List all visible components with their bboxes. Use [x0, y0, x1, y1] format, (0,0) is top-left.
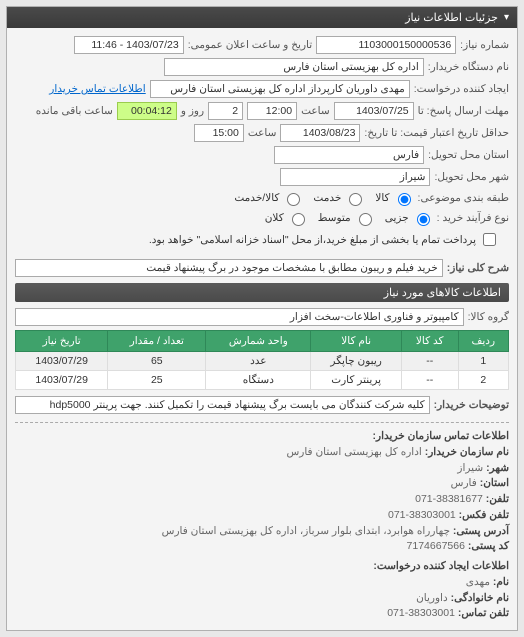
- contact-section1-title: اطلاعات تماس سازمان خریدار:: [373, 430, 509, 442]
- req-no-label: شماره نیاز:: [460, 39, 509, 51]
- credit-time-field: 15:00: [194, 124, 244, 142]
- th-row: ردیف: [458, 331, 508, 352]
- resp-time-label: ساعت: [301, 105, 330, 117]
- radio-goods[interactable]: کالا: [375, 190, 413, 206]
- panel-title: جزئیات اطلاعات نیاز: [405, 11, 498, 24]
- delivery-prov-field: فارس: [274, 146, 424, 164]
- buyer-org-label: نام دستگاه خریدار:: [428, 61, 509, 73]
- requester-field: مهدی داوریان کارپرداز اداره کل بهزیستی ا…: [150, 80, 410, 98]
- th-name: نام کالا: [311, 331, 401, 352]
- pub-dt-label: تاریخ و ساعت اعلان عمومی:: [188, 39, 312, 51]
- chevron-down-icon: ▾: [504, 12, 509, 23]
- buyer-notes-field: کلیه شرکت کنندگان می بایست برگ پیشنهاد ق…: [15, 396, 430, 414]
- purchase-type-radio-group: جزیی متوسط کلان: [265, 210, 433, 226]
- th-code: کد کالا: [401, 331, 458, 352]
- credit-date-field: 1403/08/23: [280, 124, 360, 142]
- resp-time-field: 12:00: [247, 102, 297, 120]
- days-suffix: روز و: [181, 105, 204, 117]
- radio-service[interactable]: خدمت: [313, 190, 365, 206]
- category-radio-group: کالا خدمت کالا/خدمت: [234, 190, 413, 206]
- th-qty: تعداد / مقدار: [108, 331, 206, 352]
- payment-note-checkbox[interactable]: پرداخت تمام یا بخشی از مبلغ خرید،از محل …: [149, 230, 499, 249]
- cat-label: طبقه بندی موضوعی:: [418, 192, 509, 204]
- contact-section2-title: اطلاعات ایجاد کننده درخواست:: [373, 560, 509, 572]
- req-no-field: 1103000150000536: [316, 36, 456, 54]
- th-unit: واحد شمارش: [206, 331, 311, 352]
- buyer-org-field: اداره کل بهزیستی استان فارس: [164, 58, 424, 76]
- requester-label: ایجاد کننده درخواست:: [414, 83, 509, 95]
- items-section-title: اطلاعات کالاهای مورد نیاز: [15, 283, 509, 302]
- purchase-type-label: نوع فرآیند خرید :: [437, 212, 509, 224]
- radio-large[interactable]: کلان: [265, 210, 308, 226]
- panel-header[interactable]: ▾ جزئیات اطلاعات نیاز: [7, 7, 517, 28]
- resp-date-field: 1403/07/25: [334, 102, 414, 120]
- radio-small[interactable]: جزیی: [385, 210, 433, 226]
- radio-medium[interactable]: متوسط: [318, 210, 375, 226]
- buyer-notes-label: توضیحات خریدار:: [434, 399, 509, 411]
- delivery-city-label: شهر محل تحویل:: [434, 171, 509, 183]
- credit-until-label: حداقل تاریخ اعتبار قیمت: تا تاریخ:: [364, 127, 509, 139]
- items-table: ردیف کد کالا نام کالا واحد شمارش تعداد /…: [15, 330, 509, 390]
- details-panel: ▾ جزئیات اطلاعات نیاز شماره نیاز: 110300…: [6, 6, 518, 631]
- buyer-contact-link[interactable]: اطلاعات تماس خریدار: [49, 83, 145, 95]
- contact-block: اطلاعات تماس سازمان خریدار: نام سازمان خ…: [15, 422, 509, 622]
- th-date: تاریخ نیاز: [16, 331, 108, 352]
- credit-time-label: ساعت: [248, 127, 277, 139]
- time-suffix: ساعت باقی مانده: [36, 105, 113, 117]
- delivery-prov-label: استان محل تحویل:: [428, 149, 509, 161]
- days-remaining-field: 2: [208, 102, 243, 120]
- table-row: 1 -- ریبون چاپگر عدد 65 1403/07/29: [16, 352, 509, 371]
- resp-deadline-label: مهلت ارسال پاسخ: تا: [418, 105, 509, 117]
- delivery-city-field: شیراز: [280, 168, 430, 186]
- desc-label: شرح کلی نیاز:: [447, 262, 509, 274]
- time-remaining-field: 00:04:12: [117, 102, 177, 120]
- pub-dt-field: 1403/07/23 - 11:46: [74, 36, 184, 54]
- desc-field: خرید فیلم و ریبون مطابق با مشخصات موجود …: [15, 259, 443, 277]
- radio-both[interactable]: کالا/خدمت: [234, 190, 303, 206]
- goods-group-field: کامپیوتر و فناوری اطلاعات-سخت افزار: [15, 308, 464, 326]
- goods-group-label: گروه کالا:: [468, 311, 509, 323]
- table-row: 2 -- پرینتر کارت دستگاه 25 1403/07/29: [16, 371, 509, 390]
- panel-body: شماره نیاز: 1103000150000536 تاریخ و ساع…: [7, 28, 517, 630]
